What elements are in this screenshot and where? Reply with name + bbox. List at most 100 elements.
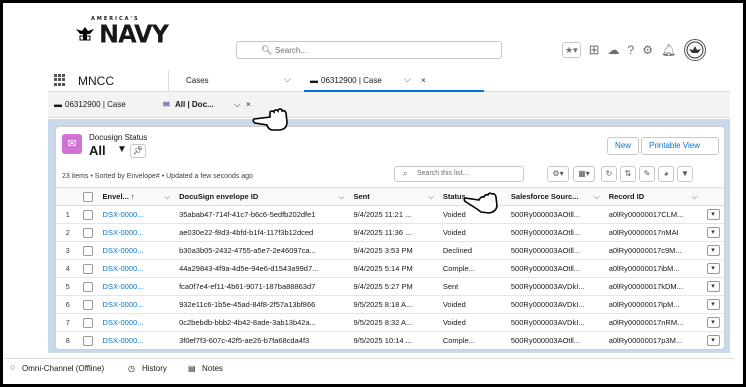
case-icon: ▬	[54, 100, 62, 109]
salesforce-source: 500Ry000003AOtll...	[506, 259, 605, 278]
row-select-checkbox[interactable]	[83, 335, 94, 346]
row-actions-chevron-icon[interactable]: ▾	[706, 263, 720, 274]
chevron-down-icon[interactable]: ⌵	[692, 192, 698, 202]
table-row[interactable]: 4 DSX-0000... 44a29843-4f9a-4d5e-94e6-d154…	[56, 259, 724, 278]
row-checkbox[interactable]	[79, 223, 99, 242]
refresh-icon[interactable]: ↻	[601, 166, 617, 182]
select-all-checkbox[interactable]	[83, 191, 94, 202]
help-icon[interactable]: ?	[628, 43, 635, 57]
pin-icon[interactable]: 📌︎	[130, 144, 146, 158]
row-select-checkbox[interactable]	[83, 209, 94, 220]
table-row[interactable]: 5 DSX-0000... fca0f7e4-ef11-4b61-9071-187b…	[56, 277, 724, 296]
row-select-checkbox[interactable]	[83, 263, 94, 274]
row-actions[interactable]: ▾	[702, 241, 724, 260]
chart-icon[interactable]: ◕	[658, 166, 674, 182]
row-actions[interactable]: ▾	[702, 259, 724, 278]
row-actions-chevron-icon[interactable]: ▾	[706, 209, 720, 220]
column-header-envelope[interactable]: Envel... ↑ ⌵	[98, 187, 176, 206]
chevron-down-icon[interactable]: ⌵	[284, 74, 291, 85]
row-checkbox[interactable]	[79, 313, 99, 332]
chevron-down-icon[interactable]: ⌵	[404, 74, 411, 85]
chevron-down-icon[interactable]: ⌵	[594, 192, 600, 202]
envelope-link[interactable]: DSX-0000...	[98, 295, 176, 314]
close-icon[interactable]: ×	[421, 76, 426, 85]
sort-icon[interactable]: ⇅	[620, 166, 636, 182]
row-actions-chevron-icon[interactable]: ▾	[706, 227, 720, 238]
list-settings-gear-icon[interactable]: ⚙▾	[547, 166, 569, 182]
envelope-link[interactable]: DSX-0000...	[98, 241, 176, 260]
row-actions[interactable]: ▾	[702, 223, 724, 242]
printable-view-button[interactable]: Printable View	[641, 137, 719, 155]
row-checkbox[interactable]	[79, 241, 99, 260]
list-search-input[interactable]: ⌕ Search this list...	[394, 166, 524, 182]
filter-icon[interactable]: ▼	[677, 166, 693, 182]
envelope-link[interactable]: DSX-0000...	[98, 313, 176, 332]
chevron-down-icon[interactable]: ⌵	[164, 192, 170, 202]
column-header-sent[interactable]: Sent ⌵	[349, 187, 439, 206]
envelope-link[interactable]: DSX-0000...	[98, 205, 176, 224]
table-row[interactable]: 6 DSX-0000... 932e11c6-1b5e-45ad-84f8-2f57…	[56, 295, 724, 314]
edit-pencil-icon[interactable]: ✎	[639, 166, 655, 182]
column-header-record-id[interactable]: Record ID ⌵	[604, 187, 703, 206]
chevron-down-icon[interactable]: ⌵	[234, 100, 240, 110]
nav-tab-cases[interactable]: Cases	[186, 76, 209, 85]
subtab-docusign-list[interactable]: All | Doc...	[175, 100, 214, 109]
envelope-link[interactable]: DSX-0000...	[98, 259, 176, 278]
add-icon[interactable]: ⊞	[589, 42, 600, 58]
omni-channel-button[interactable]: Omni-Channel (Offline)	[22, 364, 104, 373]
app-launcher-icon[interactable]	[54, 74, 66, 86]
salesforce-source: 500Ry000003AOtll...	[506, 331, 605, 349]
new-button[interactable]: New	[607, 137, 640, 155]
row-select-checkbox[interactable]	[83, 245, 94, 256]
row-checkbox[interactable]	[79, 205, 99, 224]
row-actions-chevron-icon[interactable]: ▾	[706, 281, 720, 292]
notes-button[interactable]: Notes	[202, 364, 223, 373]
row-checkbox[interactable]	[79, 331, 99, 349]
row-actions-chevron-icon[interactable]: ▾	[706, 299, 720, 310]
table-row[interactable]: 1 DSX-0000... 35abab47-714f-41c7-b6c6-5edf…	[56, 205, 724, 224]
status-value: Voided	[438, 295, 507, 314]
row-actions[interactable]: ▾	[702, 313, 724, 332]
envelope-link[interactable]: DSX-0000...	[98, 331, 176, 349]
row-checkbox[interactable]	[79, 295, 99, 314]
display-as-table-icon[interactable]: ▦▾	[573, 166, 595, 182]
row-actions[interactable]: ▾	[702, 277, 724, 296]
bell-icon[interactable]: 🔔︎	[661, 43, 676, 57]
chevron-down-icon[interactable]: ⌵	[339, 192, 345, 202]
column-header-docusign-id[interactable]: DocuSign envelope ID ⌵	[175, 187, 350, 206]
envelope-link[interactable]: DSX-0000...	[98, 277, 176, 296]
row-actions-chevron-icon[interactable]: ▾	[706, 245, 720, 256]
row-actions[interactable]: ▾	[702, 205, 724, 224]
list-view-name[interactable]: All	[89, 143, 106, 158]
row-select-checkbox[interactable]	[83, 281, 94, 292]
favorites-star-icon[interactable]: ★▾	[562, 42, 581, 58]
close-icon[interactable]: ×	[246, 100, 251, 109]
row-actions-chevron-icon[interactable]: ▾	[706, 335, 720, 346]
select-all-header[interactable]	[79, 187, 99, 206]
row-select-checkbox[interactable]	[83, 299, 94, 310]
row-checkbox[interactable]	[79, 259, 99, 278]
history-button[interactable]: History	[142, 364, 167, 373]
row-checkbox[interactable]	[79, 277, 99, 296]
chevron-down-icon[interactable]: ▼	[117, 144, 127, 155]
row-select-checkbox[interactable]	[83, 227, 94, 238]
subtab-case[interactable]: 06312900 | Case	[65, 100, 126, 109]
nav-tab-case[interactable]: 06312900 | Case	[321, 76, 382, 85]
navy-logo[interactable]: AMERICA'S NAVY	[75, 16, 169, 49]
table-row[interactable]: 7 DSX-0000... 0c2bebdb-bbb2-4b42-8ade-3ab1…	[56, 313, 724, 332]
avatar[interactable]	[684, 39, 707, 61]
global-search-input[interactable]: 🔍︎ Search...	[236, 41, 502, 59]
row-actions-chevron-icon[interactable]: ▾	[706, 317, 720, 328]
row-actions[interactable]: ▾	[702, 331, 724, 349]
table-row[interactable]: 3 DSX-0000... b30a3b05-2432-4755-a5e7-2e46…	[56, 241, 724, 260]
chevron-down-icon[interactable]: ⌵	[428, 192, 434, 202]
row-select-checkbox[interactable]	[83, 317, 94, 328]
column-header-salesforce-source[interactable]: Salesforce Sourc... ⌵	[506, 187, 605, 206]
cloud-icon[interactable]: ☁	[608, 43, 620, 57]
envelope-link[interactable]: DSX-0000...	[98, 223, 176, 242]
row-actions[interactable]: ▾	[702, 295, 724, 314]
table-row[interactable]: 8 DSX-0000... 3f0ef7f3-607c-42f5-ae26-b7fa…	[56, 331, 724, 349]
table-row[interactable]: 2 DSX-0000... ae030e22-f8d3-4bfd-b1f4-117f…	[56, 223, 724, 242]
gear-icon[interactable]: ⚙	[642, 43, 653, 57]
navy-seal-icon	[686, 41, 704, 59]
